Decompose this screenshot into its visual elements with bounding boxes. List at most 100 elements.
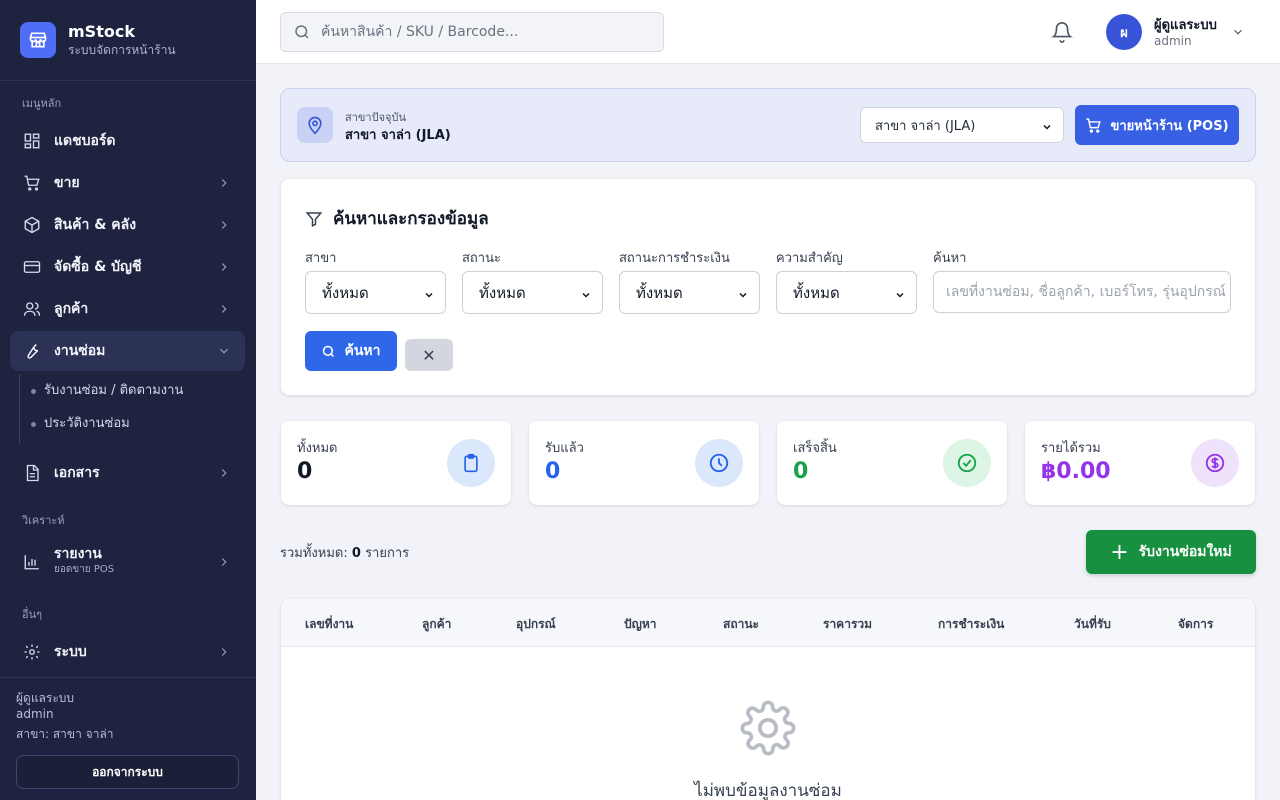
- chevron-right-icon: [221, 469, 227, 477]
- sidebar-item-customers[interactable]: ลูกค้า: [10, 289, 245, 329]
- filter-title: ค้นหาและกรองข้อมูล: [305, 205, 489, 232]
- clipboard-icon: [447, 439, 495, 487]
- sidebar-item-label: เอกสาร: [54, 465, 100, 481]
- sidebar: mStock ระบบจัดการหน้าร้าน เมนูหลัก แดชบอ…: [0, 0, 256, 800]
- sidebar-item-label: งานซ่อม: [54, 343, 106, 359]
- column-header[interactable]: อุปกรณ์: [516, 615, 556, 634]
- submenu-item-receive-repair[interactable]: รับงานซ่อม / ติดตามงาน: [30, 381, 183, 401]
- section-main-label: เมนูหลัก: [22, 97, 62, 110]
- column-header[interactable]: เลขที่งาน: [305, 615, 353, 634]
- repairs-submenu: รับงานซ่อม / ติดตามงาน ประวัติงานซ่อม: [19, 374, 239, 444]
- repairs-table: เลขที่งาน ลูกค้า อุปกรณ์ ปัญหา สถานะ ราค…: [281, 599, 1255, 800]
- dollar-icon: [1191, 439, 1239, 487]
- sidebar-item-documents[interactable]: เอกสาร: [10, 453, 245, 493]
- branch-banner: สาขาปัจจุบัน สาขา จาล่า (JLA) สาขา จาล่า…: [280, 88, 1256, 162]
- cart-icon: [1086, 117, 1102, 133]
- avatar[interactable]: ผ: [1106, 14, 1142, 50]
- priority-filter-select[interactable]: ทั้งหมด: [776, 271, 917, 314]
- bell-icon[interactable]: [1051, 21, 1073, 43]
- sidebar-item-purchasing[interactable]: จัดซื้อ & บัญชี: [10, 247, 245, 287]
- branch-filter-select[interactable]: ทั้งหมด: [305, 271, 446, 314]
- submenu-item-repair-history[interactable]: ประวัติงานซ่อม: [31, 414, 130, 434]
- sidebar-footer: ผู้ดูแลระบบ admin สาขา: สาขา จาล่า ออกจา…: [0, 677, 256, 800]
- bar-chart-icon: [22, 552, 42, 572]
- column-header[interactable]: ลูกค้า: [422, 615, 451, 634]
- search-button[interactable]: ค้นหา: [305, 331, 397, 371]
- user-role: admin: [1154, 34, 1192, 48]
- stat-value: 0: [793, 459, 809, 484]
- column-header[interactable]: ปัญหา: [624, 615, 657, 634]
- search-button-label: ค้นหา: [344, 343, 381, 359]
- filter-label-payment: สถานะการชำระเงิน: [619, 251, 730, 266]
- footer-branch: สาขา: สาขา จาล่า: [16, 727, 114, 741]
- table-header: เลขที่งาน ลูกค้า อุปกรณ์ ปัญหา สถานะ ราค…: [281, 599, 1255, 647]
- column-header[interactable]: การชำระเงิน: [938, 615, 1004, 634]
- sidebar-item-reports[interactable]: รายงาน ยอดขาย POS: [10, 542, 245, 582]
- gear-icon: [22, 642, 42, 662]
- column-header[interactable]: สถานะ: [723, 615, 759, 634]
- select-value: ทั้งหมด: [636, 283, 683, 302]
- chevron-right-icon: [221, 221, 227, 229]
- total-suffix: รายการ: [365, 546, 410, 561]
- sidebar-item-dashboard[interactable]: แดชบอร์ด: [10, 121, 245, 161]
- stat-card-completed: เสร็จสิ้น 0: [777, 421, 1007, 505]
- logout-button[interactable]: ออกจากระบบ: [16, 755, 239, 789]
- chevron-right-icon: [221, 648, 227, 656]
- sidebar-item-products[interactable]: สินค้า & คลัง: [10, 205, 245, 245]
- column-header[interactable]: ราคารวม: [823, 615, 872, 634]
- pos-button-label: ขายหน้าร้าน (POS): [1110, 118, 1229, 134]
- chevron-right-icon: [221, 558, 227, 566]
- payment-filter-select[interactable]: ทั้งหมด: [619, 271, 760, 314]
- chevron-down-icon: [425, 292, 433, 298]
- sidebar-item-system[interactable]: ระบบ: [10, 632, 245, 672]
- section-analysis-label: วิเคราะห์: [22, 514, 65, 527]
- search-icon: [323, 345, 335, 357]
- total-count: รวมทั้งหมด: 0 รายการ: [280, 542, 409, 563]
- stat-value: 0: [297, 459, 313, 484]
- chevron-right-icon: [221, 263, 227, 271]
- wrench-icon: [22, 341, 42, 361]
- branch-name: สาขา จาล่า (JLA): [345, 128, 451, 143]
- cart-icon: [22, 173, 42, 193]
- sidebar-item-repairs[interactable]: งานซ่อม: [10, 331, 245, 371]
- filter-label-status: สถานะ: [462, 251, 501, 266]
- topbar: ผ ผู้ดูแลระบบ admin: [256, 0, 1280, 64]
- select-value: ทั้งหมด: [793, 283, 840, 302]
- brand[interactable]: mStock ระบบจัดการหน้าร้าน: [0, 0, 256, 81]
- clear-button[interactable]: ✕: [405, 339, 453, 371]
- branch-select[interactable]: สาขา จาล่า (JLA): [860, 107, 1064, 143]
- empty-state-text: ไม่พบข้อมูลงานซ่อม: [694, 781, 842, 800]
- sidebar-item-label: ลูกค้า: [54, 301, 89, 317]
- check-circle-icon: [943, 439, 991, 487]
- chevron-down-icon: [1043, 124, 1051, 130]
- total-prefix: รวมทั้งหมด:: [280, 546, 348, 561]
- user-name: ผู้ดูแลระบบ: [1154, 18, 1217, 33]
- chevron-down-icon: [896, 292, 904, 298]
- column-header[interactable]: วันที่รับ: [1074, 615, 1111, 634]
- sidebar-item-label: ระบบ: [54, 644, 87, 660]
- pos-button[interactable]: ขายหน้าร้าน (POS): [1075, 105, 1239, 145]
- clock-icon: [695, 439, 743, 487]
- global-search[interactable]: [280, 12, 664, 52]
- select-value: ทั้งหมด: [322, 283, 369, 302]
- gear-icon: [740, 700, 796, 756]
- sidebar-item-label: จัดซื้อ & บัญชี: [54, 259, 142, 275]
- chevron-down-icon: [220, 348, 228, 354]
- global-search-input[interactable]: [321, 24, 641, 40]
- footer-user-name: ผู้ดูแลระบบ: [16, 691, 75, 705]
- filter-label-priority: ความสำคัญ: [776, 251, 843, 266]
- stat-value: ฿0.00: [1041, 459, 1111, 484]
- filter-search-input[interactable]: [933, 271, 1231, 313]
- status-filter-select[interactable]: ทั้งหมด: [462, 271, 603, 314]
- stat-value: 0: [545, 459, 561, 484]
- sidebar-item-label: รายงาน: [54, 546, 102, 562]
- new-repair-button[interactable]: + รับงานซ่อมใหม่: [1086, 530, 1256, 574]
- store-icon: [20, 22, 56, 58]
- stat-label: รับแล้ว: [545, 441, 584, 456]
- sidebar-item-sales[interactable]: ขาย: [10, 163, 245, 203]
- chevron-down-icon[interactable]: [1231, 25, 1245, 39]
- stat-label: เสร็จสิ้น: [793, 441, 837, 456]
- chevron-down-icon: [739, 292, 747, 298]
- chevron-down-icon: [582, 292, 590, 298]
- filter-card: ค้นหาและกรองข้อมูล สาขา สถานะ สถานะการชำ…: [281, 179, 1255, 395]
